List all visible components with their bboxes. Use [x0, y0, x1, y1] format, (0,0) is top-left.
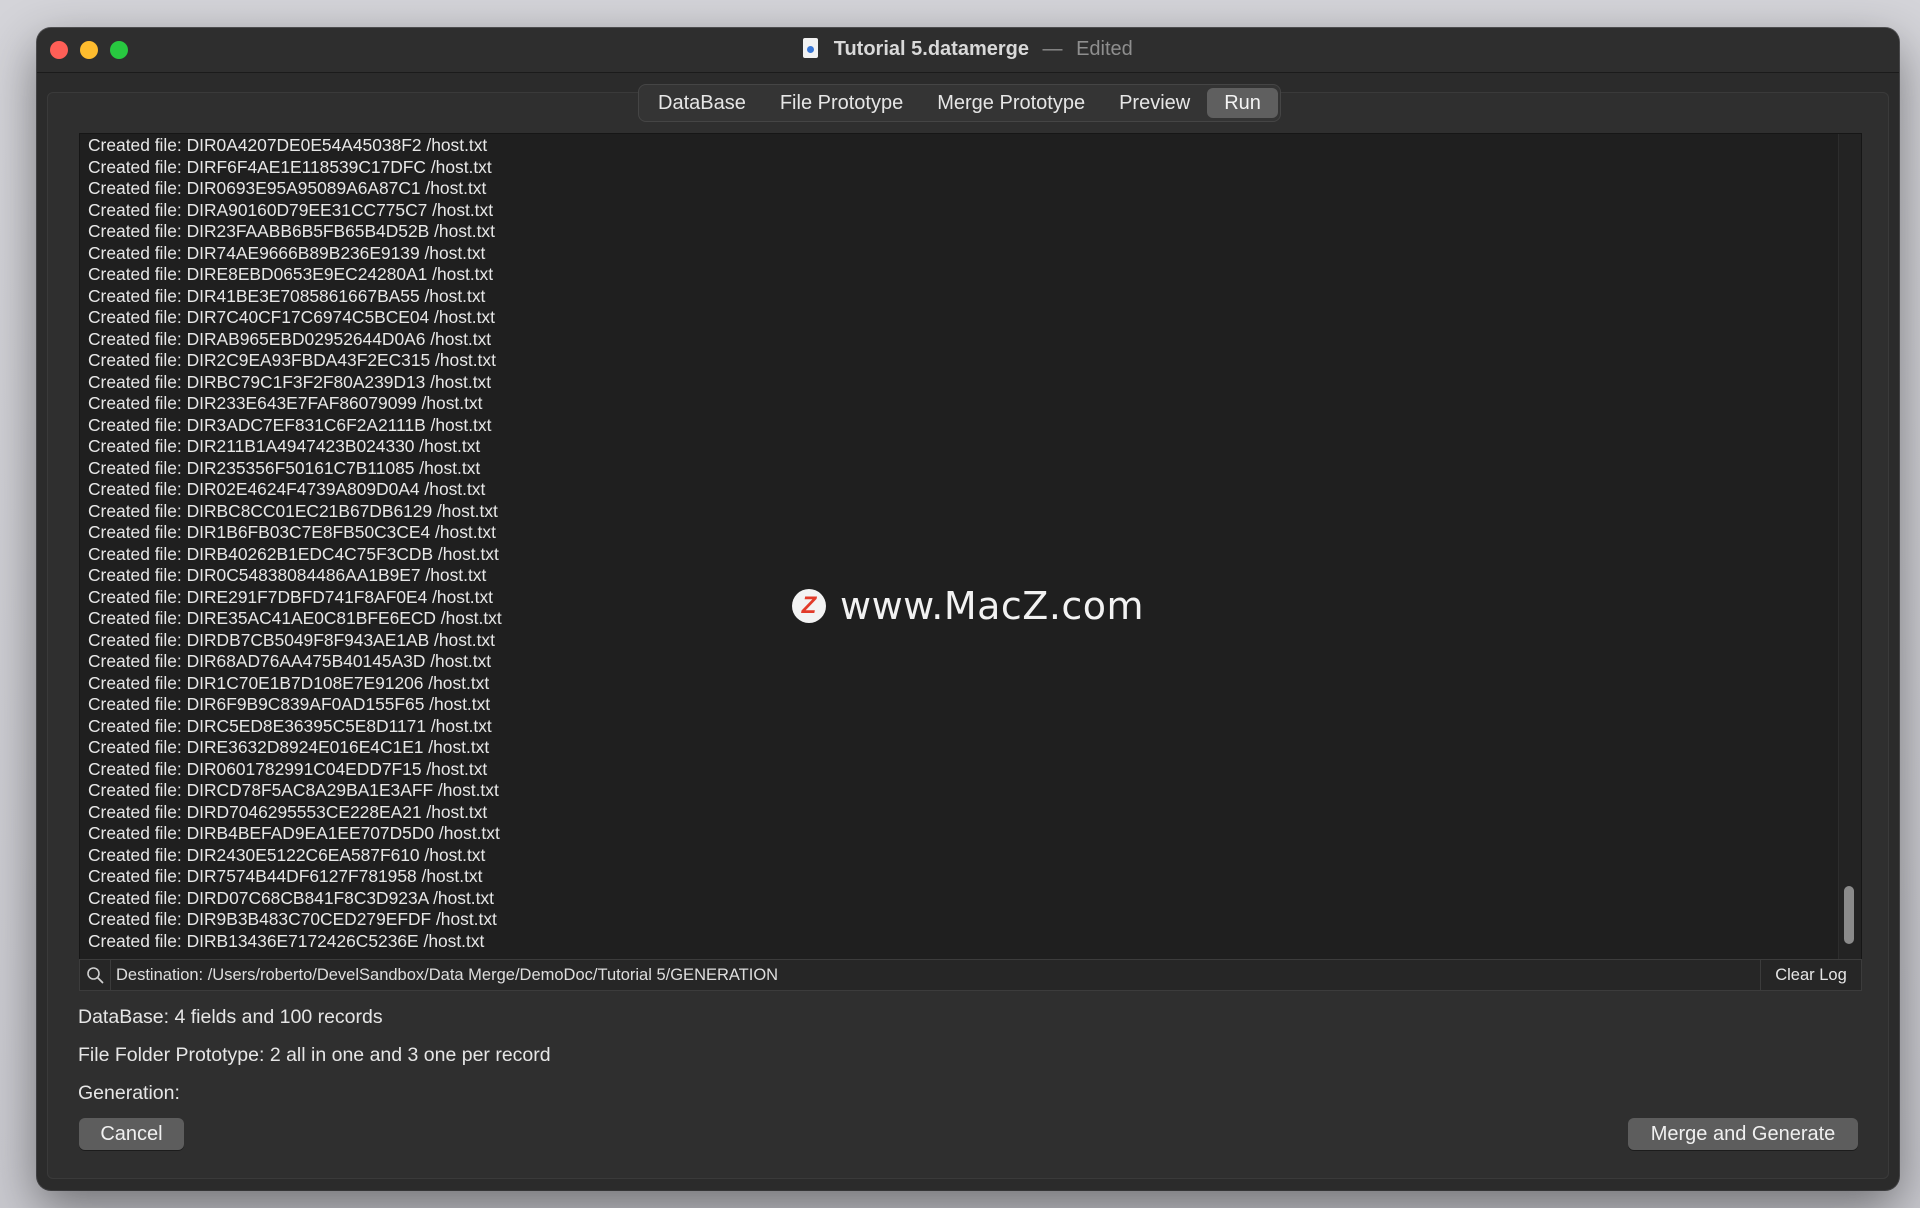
file-folder-summary: File Folder Prototype: 2 all in one and …: [78, 1044, 551, 1066]
log-line: Created file: DIR0601782991C04EDD7F15 /h…: [88, 758, 488, 779]
tab-merge-prototype[interactable]: Merge Prototype: [920, 88, 1102, 118]
log-line: Created file: DIRAB965EBD02952644D0A6 /h…: [88, 328, 492, 349]
log-line: Created file: DIR1B6FB03C7E8FB50C3CE4 /h…: [88, 522, 496, 542]
tab-database[interactable]: DataBase: [641, 88, 763, 118]
log-line: Created file: DIR2430E5122C6EA587F610 /h…: [88, 844, 486, 865]
log-line: Created file: DIR1C70E1B7D108E7E91206 /h…: [88, 672, 490, 693]
log-scrollbar-thumb[interactable]: [1844, 886, 1854, 944]
clear-log-button[interactable]: Clear Log: [1760, 960, 1861, 990]
watermark-text: www.MacZ.com: [840, 584, 1145, 628]
window-title: Tutorial 5.datamerge — Edited: [37, 38, 1899, 61]
log-line: Created file: DIR0A4207DE0E54A45038F2 /h…: [88, 135, 488, 155]
document-name: Tutorial 5.datamerge: [833, 38, 1029, 60]
document-icon: [803, 38, 819, 58]
log-line: Created file: DIRE291F7DBFD741F8AF0E4 /h…: [88, 586, 493, 607]
log-line: Created file: DIRB40262B1EDC4C75F3CDB /h…: [88, 543, 499, 564]
log-line: Created file: DIRC5ED8E36395C5E8D1171 /h…: [88, 715, 492, 736]
watermark: Z www.MacZ.com: [792, 584, 1144, 628]
log-line: Created file: DIR02E4624F4739A809D0A4 /h…: [88, 479, 486, 499]
destination-bar: Destination: /Users/roberto/DevelSandbox…: [79, 959, 1862, 991]
generation-label: Generation:: [78, 1082, 180, 1104]
log-line: Created file: DIR7C40CF17C6974C5BCE04 /h…: [88, 307, 495, 327]
log-line: Created file: DIR3ADC7EF831C6F2A2111B /h…: [88, 414, 492, 435]
tab-preview[interactable]: Preview: [1102, 88, 1207, 118]
title-separator: —: [1042, 38, 1063, 60]
log-line: Created file: DIRDB7CB5049F8F943AE1AB /h…: [88, 629, 495, 650]
log-line: Created file: DIRCD78F5AC8A29BA1E3AFF /h…: [88, 780, 499, 800]
log-line: Created file: DIR233E643E7FAF86079099 /h…: [88, 393, 483, 413]
log-line: Created file: DIRE35AC41AE0C81BFE6ECD /h…: [88, 608, 502, 628]
destination-path: Destination: /Users/roberto/DevelSandbox…: [116, 965, 779, 984]
log-line: Created file: DIR23FAABB6B5FB65B4D52B /h…: [88, 221, 495, 241]
magnifier-icon[interactable]: [80, 960, 111, 990]
log-line: Created file: DIRB13436E7172426C5236E /h…: [88, 930, 485, 951]
log-line: Created file: DIR6F9B9C839AF0AD155F65 /h…: [88, 694, 491, 714]
log-line: Created file: DIRA90160D79EE31CC775C7 /h…: [88, 199, 494, 220]
watermark-logo-icon: Z: [792, 589, 826, 623]
database-summary: DataBase: 4 fields and 100 records: [78, 1006, 383, 1028]
log-line: Created file: DIR7574B44DF6127F781958 /h…: [88, 866, 483, 886]
log-line: Created file: DIR2C9EA93FBDA43F2EC315 /h…: [88, 350, 496, 370]
log-line: Created file: DIR0693E95A95089A6A87C1 /h…: [88, 178, 487, 198]
log-line: Created file: DIR9B3B483C70CED279EFDF /h…: [88, 909, 497, 929]
log-line: Created file: DIRBC79C1F3F2F80A239D13 /h…: [88, 371, 492, 392]
log-line: Created file: DIRBC8CC01EC21B67DB6129 /h…: [88, 500, 498, 521]
log-scrollbar[interactable]: [1838, 134, 1861, 959]
merge-and-generate-button[interactable]: Merge and Generate: [1628, 1118, 1858, 1150]
log-line: Created file: DIR235356F50161C7B11085 /h…: [88, 457, 481, 478]
log-view[interactable]: Created file: DIR0A4207DE0E54A45038F2 /h…: [79, 133, 1862, 960]
log-line: Created file: DIRD7046295553CE228EA21 /h…: [88, 801, 488, 822]
tab-file-prototype[interactable]: File Prototype: [763, 88, 920, 118]
title-bar: Tutorial 5.datamerge — Edited: [37, 28, 1899, 73]
tab-run[interactable]: Run: [1207, 88, 1278, 118]
log-line: Created file: DIRB4BEFAD9EA1EE707D5D0 /h…: [88, 823, 500, 843]
log-line: Created file: DIRD07C68CB841F8C3D923A /h…: [88, 887, 494, 908]
log-line: Created file: DIR211B1A4947423B024330 /h…: [88, 436, 481, 456]
log-line: Created file: DIRF6F4AE1E118539C17DFC /h…: [88, 156, 492, 177]
log-line: Created file: DIRE3632D8924E016E4C1E1 /h…: [88, 737, 490, 757]
log-line: Created file: DIR41BE3E7085861667BA55 /h…: [88, 285, 486, 306]
log-line: Created file: DIR74AE9666B89B236E9139 /h…: [88, 242, 486, 263]
log-line: Created file: DIR0C54838084486AA1B9E7 /h…: [88, 565, 487, 585]
log-line: Created file: DIRE8EBD0653E9EC24280A1 /h…: [88, 264, 494, 284]
cancel-button[interactable]: Cancel: [79, 1118, 184, 1150]
log-line: Created file: DIR68AD76AA475B40145A3D /h…: [88, 651, 492, 671]
edited-status: Edited: [1076, 38, 1133, 60]
tab-bar: DataBase File Prototype Merge Prototype …: [638, 84, 1281, 122]
log-lines: Created file: DIR0A4207DE0E54A45038F2 /h…: [88, 135, 502, 952]
